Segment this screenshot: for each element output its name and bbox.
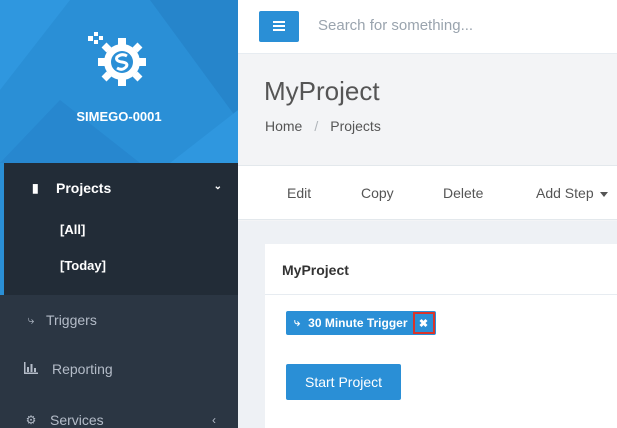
bolt-icon: ⤷ xyxy=(27,312,35,327)
page-heading: MyProject Home / Projects xyxy=(238,54,617,166)
delete-button[interactable]: Delete xyxy=(443,185,483,201)
edit-button[interactable]: Edit xyxy=(287,185,311,201)
breadcrumb-separator: / xyxy=(314,118,319,134)
gear-logo-icon xyxy=(88,32,146,86)
sidebar-subitem-today[interactable]: [Today] xyxy=(60,258,106,273)
chevron-left-icon: ‹ xyxy=(212,413,216,427)
page-title: MyProject xyxy=(264,76,380,106)
sidebar-item-services[interactable]: ⚙ Services ‹ xyxy=(0,409,238,428)
add-step-label: Add Step xyxy=(536,185,594,201)
breadcrumb-home[interactable]: Home xyxy=(265,118,302,134)
breadcrumb: Home / Projects xyxy=(265,118,381,134)
times-icon: ✖ xyxy=(418,317,429,330)
sidebar-subitem-all[interactable]: [All] xyxy=(60,222,85,237)
sidebar-item-label: Reporting xyxy=(52,361,113,377)
trigger-tag-label: 30 Minute Trigger xyxy=(308,316,408,330)
main-content: MyProject ⤷ 30 Minute Trigger ✖ Start Pr… xyxy=(238,221,617,428)
top-header xyxy=(238,0,617,54)
caret-down-icon xyxy=(599,191,608,197)
remove-trigger-button[interactable]: ✖ xyxy=(412,312,435,334)
breadcrumb-projects[interactable]: Projects xyxy=(330,118,381,134)
sidebar-item-label: Services xyxy=(50,412,104,428)
cogs-icon: ⚙ xyxy=(25,413,37,427)
sidebar: SIMEGO-0001 ▮ Projects ⌄ [All] [Today] ⤷… xyxy=(0,0,238,428)
bar-chart-icon xyxy=(24,361,38,377)
project-portlet: MyProject ⤷ 30 Minute Trigger ✖ Start Pr… xyxy=(265,244,617,428)
brand-name: SIMEGO-0001 xyxy=(76,109,162,124)
sidebar-projects-toggle[interactable]: ▮ Projects ⌄ xyxy=(32,180,222,196)
action-toolbar: Edit Copy Delete Add Step xyxy=(238,166,617,220)
menu-toggle-button[interactable] xyxy=(259,11,299,42)
start-project-button[interactable]: Start Project xyxy=(286,364,401,400)
brand-header: SIMEGO-0001 xyxy=(0,0,238,163)
portlet-title: MyProject xyxy=(282,262,349,278)
search-input[interactable] xyxy=(318,17,598,34)
sidebar-item-reporting[interactable]: Reporting xyxy=(0,358,238,380)
sidebar-item-triggers[interactable]: ⤷ Triggers xyxy=(0,309,238,331)
copy-button[interactable]: Copy xyxy=(361,185,394,201)
sidebar-item-label: Projects xyxy=(56,180,112,196)
chevron-down-icon: ⌄ xyxy=(213,181,222,192)
add-step-dropdown[interactable]: Add Step xyxy=(536,185,608,201)
book-icon: ▮ xyxy=(32,181,39,195)
bolt-icon: ⤷ xyxy=(294,316,301,329)
sidebar-item-label: Triggers xyxy=(46,312,97,328)
hamburger-icon xyxy=(273,21,285,23)
trigger-tag[interactable]: ⤷ 30 Minute Trigger ✖ xyxy=(286,311,436,335)
portlet-divider xyxy=(265,294,617,295)
sidebar-item-projects: ▮ Projects ⌄ [All] [Today] xyxy=(0,163,238,295)
